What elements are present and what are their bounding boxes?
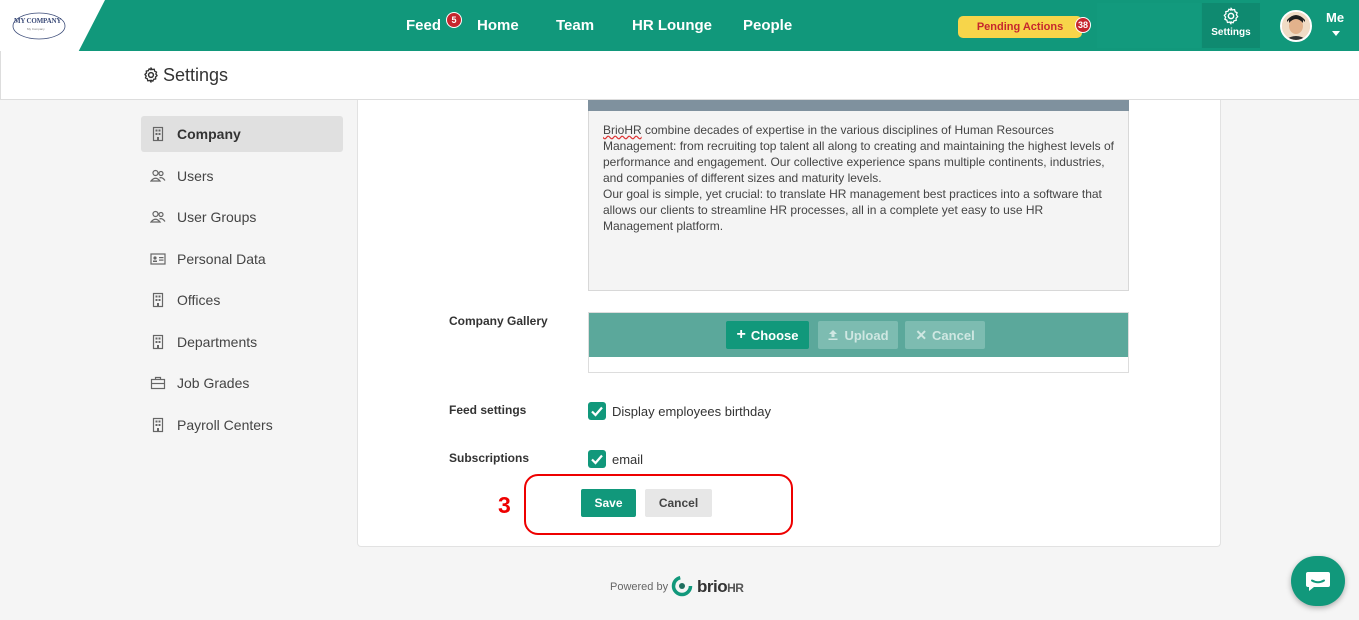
settings-sidebar: Company Users User Groups Personal Data … — [141, 116, 343, 448]
sidebar-item-label: User Groups — [177, 209, 257, 225]
building-icon — [152, 417, 164, 432]
plus-icon: + — [736, 326, 746, 343]
top-blank-box — [1097, 3, 1201, 48]
nav-team[interactable]: Team — [556, 17, 594, 34]
chat-icon — [1306, 572, 1330, 591]
nav-hr-lounge[interactable]: HR Lounge — [632, 17, 712, 34]
sidebar-item-personal-data[interactable]: Personal Data — [141, 241, 343, 277]
user-menu-caret-icon[interactable] — [1332, 31, 1340, 36]
description-brand-word: BrioHR — [603, 123, 642, 137]
feed-badge: 5 — [446, 12, 462, 28]
briohr-logo-icon — [671, 575, 693, 597]
annotation-step-number: 3 — [498, 492, 511, 518]
settings-tab-label: Settings — [1211, 27, 1251, 38]
upload-icon — [828, 330, 838, 340]
logo-area[interactable]: MY COMPANY My Company — [0, 0, 105, 51]
close-icon: ✕ — [915, 327, 928, 343]
company-logo-subtext: My Company — [27, 27, 45, 31]
birthday-checkbox-label: Display employees birthday — [612, 404, 771, 419]
description-paragraph-1: BrioHR combine decades of expertise in t… — [603, 122, 1114, 186]
company-gallery-label: Company Gallery — [449, 314, 548, 328]
users-icon — [150, 169, 166, 182]
subscriptions-label: Subscriptions — [449, 451, 530, 465]
checkmark-icon — [591, 406, 603, 417]
sidebar-item-label: Job Grades — [177, 375, 250, 391]
page-title: Settings — [163, 65, 229, 85]
brand-name: brio — [697, 577, 728, 596]
description-line-2: Our goal is simple, yet crucial: to tran… — [603, 187, 1102, 233]
pending-actions-label: Pending Actions — [976, 21, 1064, 33]
cancel-button[interactable]: Cancel — [645, 489, 712, 517]
sidebar-item-label: Offices — [177, 292, 221, 308]
powered-by-text: Powered by — [610, 581, 669, 593]
company-gallery-uploader: + Choose Upload ✕ Cancel — [588, 312, 1129, 373]
page-header: Settings — [0, 51, 1359, 100]
user-avatar[interactable] — [1280, 10, 1312, 42]
sidebar-item-payroll-centers[interactable]: Payroll Centers — [141, 407, 343, 443]
chat-widget-button[interactable] — [1291, 556, 1345, 606]
feed-settings-label: Feed settings — [449, 403, 527, 417]
user-groups-icon — [150, 210, 166, 223]
editor-toolbar — [588, 100, 1129, 111]
upload-label: Upload — [844, 327, 889, 343]
building-icon — [152, 334, 164, 349]
building-icon — [152, 292, 164, 308]
settings-tab[interactable]: Settings — [1202, 3, 1260, 48]
user-menu-label[interactable]: Me — [1326, 10, 1344, 25]
sidebar-item-label: Users — [177, 167, 214, 184]
gallery-cancel-label: Cancel — [932, 327, 975, 343]
gear-icon — [1223, 7, 1239, 25]
choose-button[interactable]: + Choose — [726, 321, 809, 349]
brand-suffix: HR — [727, 581, 744, 595]
birthday-checkbox[interactable] — [588, 402, 606, 420]
sidebar-item-users[interactable]: Users — [141, 158, 343, 194]
choose-label: Choose — [750, 327, 799, 343]
briefcase-icon — [150, 376, 166, 390]
top-navigation-bar: MY COMPANY My Company Feed 5 Home Team H… — [0, 0, 1359, 51]
sidebar-item-departments[interactable]: Departments — [141, 324, 343, 360]
gallery-toolbar: + Choose Upload ✕ Cancel — [589, 313, 1128, 357]
upload-button[interactable]: Upload — [818, 321, 898, 349]
gallery-cancel-button[interactable]: ✕ Cancel — [905, 321, 985, 349]
nav-people[interactable]: People — [743, 17, 792, 34]
sidebar-item-label: Payroll Centers — [177, 416, 273, 433]
user-photo-icon — [1282, 12, 1310, 40]
id-card-icon — [150, 252, 166, 265]
briohr-brand[interactable]: brioHR — [697, 577, 744, 597]
save-button[interactable]: Save — [581, 489, 636, 517]
email-checkbox[interactable] — [588, 450, 606, 468]
pending-actions-button[interactable]: Pending Actions — [958, 16, 1082, 38]
settings-gear-icon — [144, 67, 158, 83]
sidebar-item-user-groups[interactable]: User Groups — [141, 199, 343, 235]
company-logo-icon — [12, 12, 66, 40]
company-logo-text: MY COMPANY — [14, 17, 62, 25]
pending-actions-badge: 38 — [1075, 17, 1091, 33]
sidebar-item-label: Company — [177, 126, 241, 142]
sidebar-item-label: Departments — [177, 333, 258, 350]
sidebar-item-offices[interactable]: Offices — [141, 282, 343, 318]
building-icon — [152, 126, 164, 142]
nav-feed[interactable]: Feed — [406, 17, 441, 34]
nav-home[interactable]: Home — [477, 17, 519, 34]
email-checkbox-label: email — [612, 452, 644, 467]
sidebar-item-job-grades[interactable]: Job Grades — [141, 365, 343, 401]
sidebar-item-label: Personal Data — [177, 250, 266, 267]
description-line-1: combine decades of expertise in the vari… — [603, 123, 1114, 185]
company-description-editor[interactable]: BrioHR combine decades of expertise in t… — [588, 111, 1129, 291]
checkmark-icon — [591, 454, 603, 465]
sidebar-item-company[interactable]: Company — [141, 116, 343, 152]
